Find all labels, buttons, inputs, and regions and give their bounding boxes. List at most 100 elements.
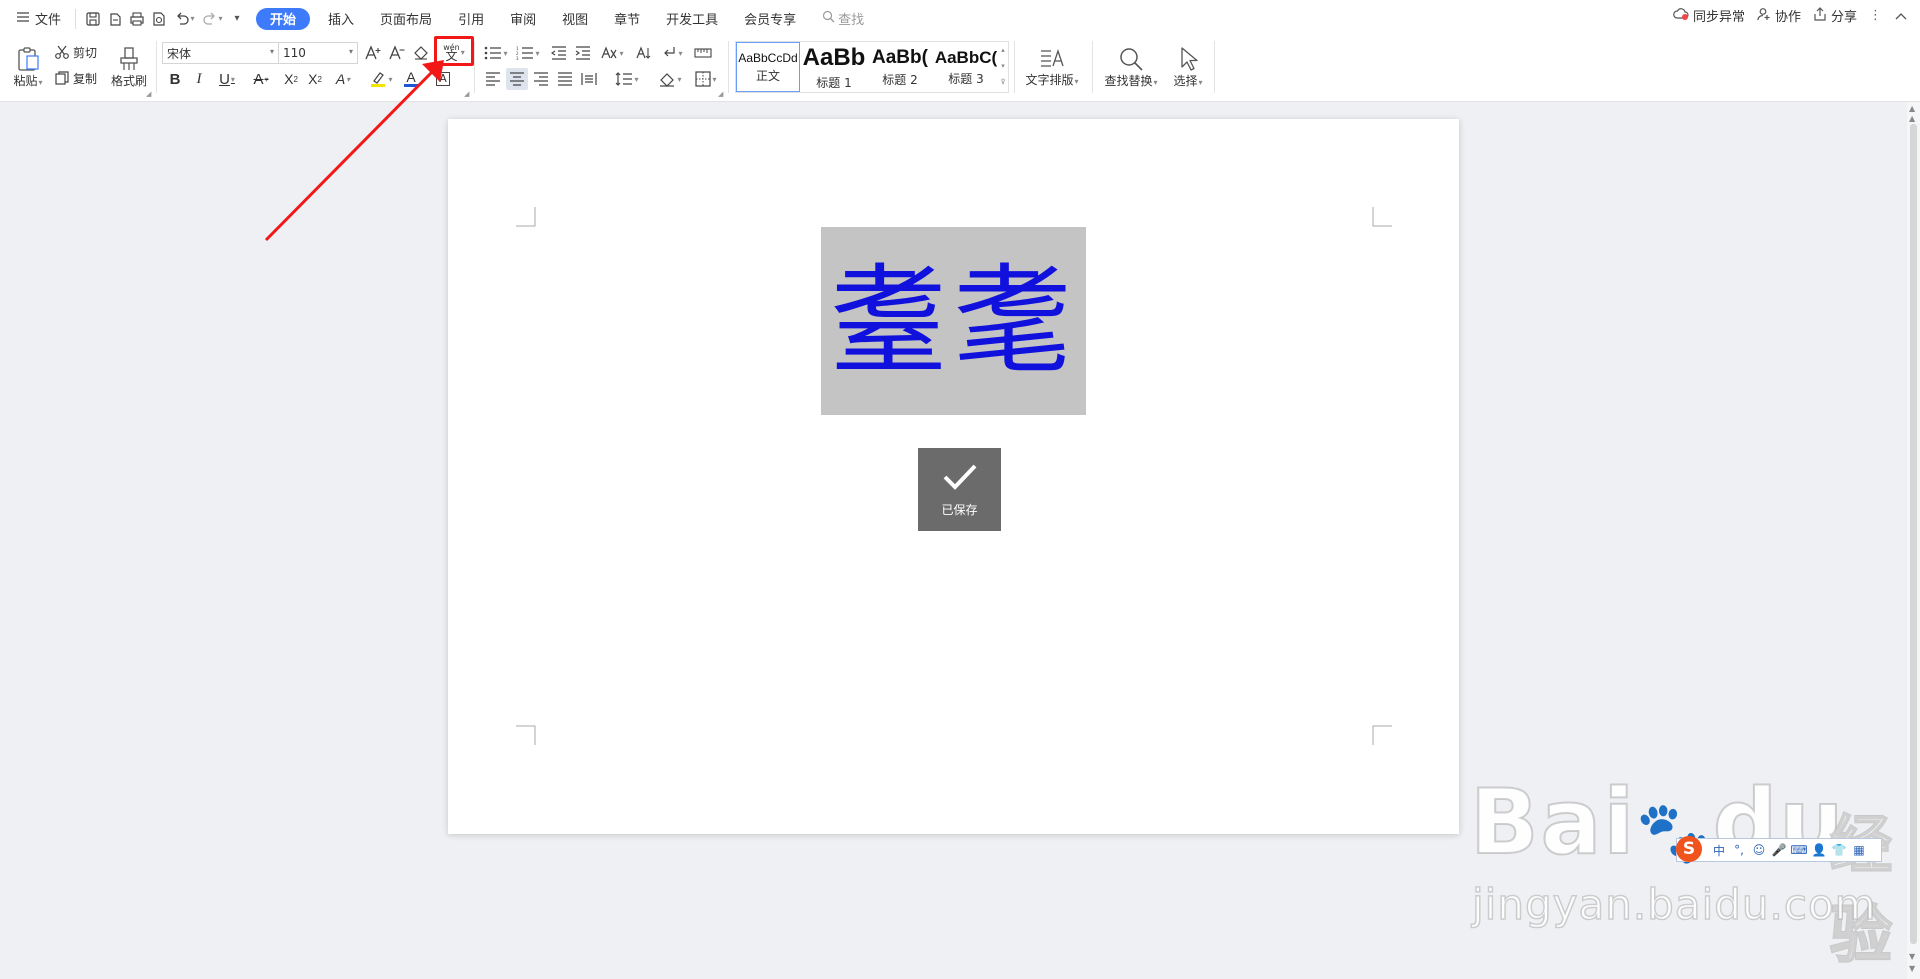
text-layout-button[interactable]: 文字排版▾ [1022, 41, 1082, 93]
tab-insert[interactable]: 插入 [320, 7, 362, 31]
tab-section[interactable]: 章节 [606, 7, 648, 31]
clear-format-eraser-icon[interactable] [410, 42, 432, 64]
paragraph-group-expand-icon[interactable]: ◢ [718, 90, 723, 98]
decrease-font-size-icon[interactable] [386, 42, 408, 64]
paste-button[interactable]: 粘贴▾ [10, 41, 46, 93]
superscript-button[interactable]: X2 [280, 68, 302, 90]
show-marks-button[interactable]: ▾ [658, 42, 686, 64]
sync-status-button[interactable]: 同步异常 [1673, 6, 1745, 25]
document-text[interactable]: 耋耄 [829, 262, 1077, 380]
chevron-down-icon: ▾ [388, 74, 393, 84]
cut-button[interactable]: 剪切 [54, 42, 97, 62]
ime-menu-grid-icon[interactable]: ▦ [1851, 842, 1867, 858]
style-heading-2[interactable]: AaBb( 标题 2 [868, 42, 932, 92]
export-pdf-icon[interactable] [105, 7, 125, 31]
ruler-icon[interactable] [692, 42, 714, 64]
redo-icon[interactable]: ▾ [199, 7, 225, 31]
style-heading-3[interactable]: AaBbC( 标题 3 [934, 42, 998, 92]
numbered-list-button[interactable]: 1 2 3 ▾ [514, 42, 542, 64]
subscript-button[interactable]: X2 [304, 68, 326, 90]
copy-button[interactable]: 复制 [54, 68, 97, 88]
user-add-icon [1757, 7, 1771, 25]
chevron-down-icon: ▾ [218, 14, 223, 23]
shading-button[interactable]: ▾ [654, 68, 686, 90]
document-page[interactable]: 耋耄 已保存 [448, 119, 1459, 834]
clipboard-group-expand-icon[interactable]: ◢ [146, 90, 151, 98]
print-preview-icon[interactable] [149, 7, 169, 31]
format-painter-button[interactable]: 格式刷 [108, 41, 150, 93]
scroll-up-icon[interactable]: ▲ [1909, 104, 1915, 113]
text-effect-button[interactable]: A ▾ [328, 68, 358, 90]
ime-toolbar[interactable]: 中 °, ☺ 🎤 ⌨ 👤 👕 ▦ [1676, 838, 1882, 862]
scroll-thumb[interactable] [1910, 124, 1917, 944]
ime-user-icon[interactable]: 👤 [1811, 842, 1827, 858]
select-button[interactable]: 选择▾ [1168, 41, 1208, 93]
ime-keyboard-icon[interactable]: ⌨ [1790, 842, 1807, 858]
font-color-button[interactable]: A [400, 68, 422, 90]
styles-expand-icon[interactable]: ⊽ [998, 74, 1008, 90]
print-icon[interactable] [127, 7, 147, 31]
vertical-scrollbar[interactable]: ▲ ▲ ▼ ▼ [1907, 102, 1920, 979]
style-normal[interactable]: AaBbCcDd 正文 [736, 42, 800, 92]
text-direction-icon[interactable] [632, 42, 654, 64]
bold-button[interactable]: B [164, 68, 186, 90]
bullet-list-button[interactable]: ▾ [482, 42, 510, 64]
align-center-icon[interactable] [506, 68, 528, 90]
style-heading-1[interactable]: AaBb 标题 1 [802, 42, 866, 92]
find-replace-button[interactable]: 查找替换▾ [1100, 41, 1162, 93]
search-box[interactable]: 查找 [814, 7, 872, 31]
margin-corner-mark [1372, 207, 1392, 227]
file-menu-label: 文件 [35, 13, 62, 28]
tab-member[interactable]: 会员专享 [736, 7, 804, 31]
tab-references[interactable]: 引用 [450, 7, 492, 31]
styles-gallery: AaBbCcDd 正文 AaBb 标题 1 AaBb( 标题 2 AaBbC( … [735, 41, 1009, 93]
borders-button[interactable]: ▾ [690, 68, 722, 90]
tab-home[interactable]: 开始 [256, 7, 311, 30]
tab-page-layout[interactable]: 页面布局 [372, 7, 440, 31]
selected-text-block[interactable]: 耋耄 [821, 227, 1086, 415]
font-name-select[interactable]: 宋体 ▾ [162, 42, 279, 64]
italic-button[interactable]: I [188, 68, 210, 90]
cut-label: 剪切 [73, 45, 98, 60]
margin-corner-mark [516, 725, 536, 745]
tab-developer[interactable]: 开发工具 [658, 7, 726, 31]
ime-voice-icon[interactable]: 🎤 [1771, 842, 1787, 858]
select-label: 选择▾ [1173, 73, 1203, 88]
undo-icon[interactable]: ▾ [171, 7, 197, 31]
ime-emoji-icon[interactable]: ☺ [1751, 842, 1767, 858]
paste-label: 粘贴▾ [13, 73, 43, 88]
font-size-select[interactable]: 110 ▾ [278, 42, 358, 64]
increase-font-size-icon[interactable] [362, 42, 384, 64]
justify-icon[interactable] [554, 68, 576, 90]
scroll-page-up-icon[interactable]: ▲ [1909, 114, 1915, 123]
ime-mode-chinese[interactable]: 中 [1711, 842, 1727, 858]
increase-indent-icon[interactable] [572, 42, 594, 64]
ime-skin-icon[interactable]: 👕 [1831, 842, 1847, 858]
scroll-down-icon[interactable]: ▼ [1909, 952, 1915, 961]
font-group-expand-icon[interactable]: ◢ [464, 90, 469, 98]
strikethrough-button[interactable]: A ▾ [246, 68, 276, 90]
collaborate-button[interactable]: 协作 [1757, 6, 1801, 25]
chinese-layout-button[interactable]: ▾ [598, 42, 626, 64]
customize-quickbar-icon[interactable]: ▾ [227, 7, 247, 31]
distribute-icon[interactable] [578, 68, 600, 90]
more-options-icon[interactable]: ⋮ [1869, 8, 1882, 23]
ime-punctuation-icon[interactable]: °, [1731, 842, 1747, 858]
file-menu[interactable]: 文件 [8, 7, 69, 31]
char-border-button[interactable]: A [432, 68, 454, 90]
tab-view[interactable]: 视图 [554, 7, 596, 31]
sogou-logo[interactable]: S [1676, 836, 1702, 862]
scroll-page-down-icon[interactable]: ▼ [1909, 964, 1915, 973]
save-icon[interactable] [83, 7, 103, 31]
underline-button[interactable]: U ▾ [212, 68, 242, 90]
line-spacing-button[interactable]: ▾ [612, 68, 642, 90]
tab-review[interactable]: 审阅 [502, 7, 544, 31]
collapse-ribbon-icon[interactable] [1894, 11, 1908, 21]
align-left-icon[interactable] [482, 68, 504, 90]
styles-scroll-up-icon[interactable]: ▴ [998, 42, 1008, 58]
share-button[interactable]: 分享 [1813, 6, 1857, 25]
highlight-color-button[interactable]: ▾ [364, 68, 398, 90]
decrease-indent-icon[interactable] [548, 42, 570, 64]
align-right-icon[interactable] [530, 68, 552, 90]
styles-scroll-down-icon[interactable]: ▾ [998, 58, 1008, 74]
